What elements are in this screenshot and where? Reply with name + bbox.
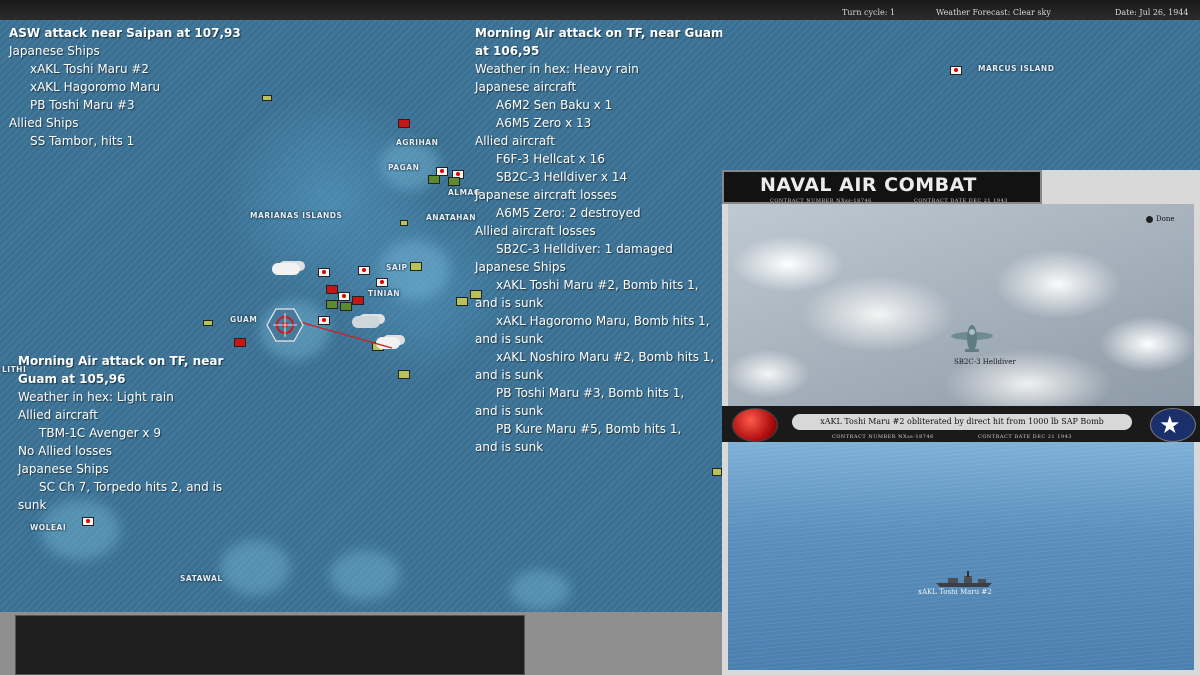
report-ship: PB Kure Maru #5, Bomb hits 1, [496,422,682,436]
done-icon [1146,215,1153,223]
report-aircraft: A6M5 Zero x 13 [496,116,592,130]
report-aircraft: TBM-1C Avenger x 9 [39,426,161,440]
strategic-map[interactable]: AGRIHAN PAGAN ALMAG MARIANAS ISLANDS ANA… [0,20,722,612]
report-ship-cont: and is sunk [475,332,544,346]
report-ship: SS Tambor, hits 1 [30,134,135,148]
report-title: Morning Air attack on TF, near Guam at 1… [475,26,722,58]
combat-message: xAKL Toshi Maru #2 obliterated by direct… [792,414,1132,430]
done-button[interactable]: Done [1146,215,1174,223]
report-aircraft: F6F-3 Hellcat x 16 [496,152,605,166]
report-weather: Weather in hex: Heavy rain [475,62,639,76]
map-area-east[interactable]: MARCUS ISLAND [722,20,1200,170]
report-line: Japanese aircraft [475,80,577,94]
report-ship: PB Toshi Maru #3, Bomb hits 1, [496,386,685,400]
helldiver-aircraft-icon [951,325,993,352]
report-line: Allied aircraft [18,408,98,422]
ship-label: xAKL Toshi Maru #2 [918,588,992,596]
report-aircraft: SB2C-3 Helldiver x 14 [496,170,628,184]
report-ship: xAKL Noshiro Maru #2, Bomb hits 1, [496,350,715,364]
report-ship-cont: and is sunk [475,404,544,418]
status-bar: Turn cycle: 1 Weather Forecast: Clear sk… [0,0,1200,21]
report-line: Japanese Ships [9,44,100,58]
report-ship: PB Toshi Maru #3 [30,98,135,112]
report-line: Japanese aircraft losses [475,188,617,202]
place-marcus-island: MARCUS ISLAND [978,64,1055,73]
report-ship-cont: sunk [18,498,47,512]
report-ship: SC Ch 7, Torpedo hits 2, and is [39,480,223,494]
game-date: Date: Jul 26, 1944 [1115,8,1189,17]
weather-forecast: Weather Forecast: Clear sky [936,8,1051,17]
report-line: No Allied losses [18,444,112,458]
combat-message-bar: xAKL Toshi Maru #2 obliterated by direct… [722,406,1200,442]
report-ship-cont: and is sunk [475,296,544,310]
contract-number: CONTRACT NUMBER NXss-18746 [832,434,934,440]
report-line: Japanese Ships [18,462,109,476]
game-window: Turn cycle: 1 Weather Forecast: Clear sk… [0,0,1200,675]
combat-title: NAVAL AIR COMBAT [760,174,977,196]
jp-base-marcus[interactable] [950,66,962,75]
naval-air-combat-panel: NAVAL AIR COMBAT CONTRACT NUMBER NXss-18… [722,170,1200,675]
report-asw-saipan: ASW attack near Saipan at 107,93 Japanes… [9,24,241,150]
cargo-ship-icon [936,571,992,587]
japanese-roundel-icon [732,408,778,442]
report-aircraft: A6M2 Sen Baku x 1 [496,98,613,112]
report-line: Allied Ships [9,116,79,130]
turn-cycle: Turn cycle: 1 [842,8,896,17]
done-label: Done [1156,215,1175,223]
selected-hex-target-icon[interactable] [266,308,304,342]
report-title: ASW attack near Saipan at 107,93 [9,26,241,40]
sea-view: xAKL Toshi Maru #2 [728,442,1194,670]
combat-title-plate: NAVAL AIR COMBAT CONTRACT NUMBER NXss-18… [722,170,1042,204]
report-weather: Weather in hex: Light rain [18,390,174,404]
report-air-attack-guam-1: Morning Air attack on TF, near Guam at 1… [475,24,722,456]
report-line: Allied aircraft [475,134,555,148]
us-star-roundel-icon: ★ [1150,408,1196,442]
report-title: Guam at 105,96 [18,372,126,386]
contract-date: CONTRACT DATE DEC 21 1943 [978,434,1072,440]
report-line: Japanese Ships [475,260,566,274]
report-ship: xAKL Hagoromo Maru, Bomb hits 1, [496,314,710,328]
report-ship-cont: and is sunk [475,368,544,382]
report-loss: A6M5 Zero: 2 destroyed [496,206,641,220]
report-title: Morning Air attack on TF, near [18,354,224,368]
report-air-attack-guam-2: Morning Air attack on TF, near Guam at 1… [18,352,238,514]
air-combat-view: Done SB2C-3 Helldiver [728,204,1194,406]
report-ship: xAKL Toshi Maru #2, Bomb hits 1, [496,278,699,292]
report-loss: SB2C-3 Helldiver: 1 damaged [496,242,673,256]
report-ship-cont: and is sunk [475,440,544,454]
aircraft-label: SB2C-3 Helldiver [954,358,1016,366]
bottom-toolbar [0,612,725,675]
report-ship: xAKL Hagoromo Maru [30,80,161,94]
report-ship: xAKL Toshi Maru #2 [30,62,150,76]
report-line: Allied aircraft losses [475,224,596,238]
info-panel[interactable] [15,615,525,675]
